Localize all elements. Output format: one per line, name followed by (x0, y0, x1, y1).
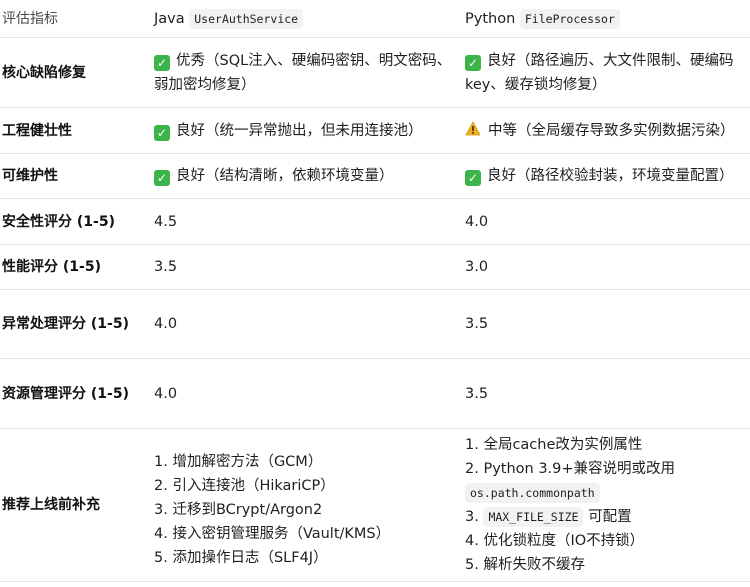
metric-label: 可维护性 (0, 153, 152, 199)
python-score: 3.5 (463, 289, 750, 359)
list-item: 3. MAX_FILE_SIZE 可配置 (465, 505, 746, 529)
comparison-table: 评估指标 Java UserAuthService Python FilePro… (0, 0, 750, 582)
java-cell: ✓ 优秀（SQL注入、硬编码密钥、明文密码、弱加密均修复） (152, 37, 463, 108)
metric-label: 工程健壮性 (0, 107, 152, 154)
metric-label: 推荐上线前补充 (0, 428, 152, 582)
list-item: 4. 优化锁粒度（IO不持锁） (465, 533, 645, 549)
item-text: 可配置 (588, 509, 632, 525)
warning-icon (465, 121, 483, 137)
row-security-score: 安全性评分 (1-5) 4.5 4.0 (0, 198, 750, 245)
row-resource-score: 资源管理评分 (1-5) 4.0 3.5 (0, 358, 750, 429)
java-score: 4.0 (152, 289, 463, 359)
python-score: 3.0 (463, 244, 750, 290)
list-item: 2. 引入连接池（HikariCP） (154, 478, 335, 494)
row-performance-score: 性能评分 (1-5) 3.5 3.0 (0, 244, 750, 290)
row-maintainability: 可维护性 ✓ 良好（结构清晰，依赖环境变量） ✓ 良好（路径校验封装，环境变量配置） (0, 153, 750, 199)
header-java-class: UserAuthService (189, 8, 304, 29)
row-recommendations: 推荐上线前补充 1. 增加解密方法（GCM） 2. 引入连接池（HikariCP… (0, 428, 750, 582)
python-cell: 中等（全局缓存导致多实例数据污染） (463, 107, 750, 154)
header-java: Java UserAuthService (152, 0, 463, 38)
java-cell: ✓ 良好（统一异常抛出，但未用连接池） (152, 107, 463, 154)
list-item: 4. 接入密钥管理服务（Vault/KMS） (154, 526, 391, 542)
metric-label: 性能评分 (1-5) (0, 244, 152, 290)
metric-label: 核心缺陷修复 (0, 37, 152, 108)
header-row: 评估指标 Java UserAuthService Python FilePro… (0, 0, 750, 38)
java-text: 优秀（SQL注入、硬编码密钥、明文密码、弱加密均修复） (154, 52, 452, 93)
java-text: 良好（统一异常抛出，但未用连接池） (176, 122, 423, 139)
check-icon: ✓ (154, 54, 170, 71)
check-icon: ✓ (465, 170, 481, 186)
check-icon: ✓ (154, 170, 170, 186)
metric-label: 异常处理评分 (1-5) (0, 289, 152, 359)
java-score: 3.5 (152, 244, 463, 290)
check-icon: ✓ (465, 54, 481, 71)
java-score: 4.5 (152, 198, 463, 245)
list-item: 5. 添加操作日志（SLF4J） (154, 550, 328, 566)
list-item: 3. 迁移到BCrypt/Argon2 (154, 502, 323, 518)
inline-code: MAX_FILE_SIZE (483, 507, 584, 527)
check-icon: ✓ (154, 124, 170, 141)
list-item: 1. 全局cache改为实例属性 (465, 437, 643, 453)
list-item: 2. Python 3.9+兼容说明或改用 os.path.commonpath (465, 457, 746, 505)
metric-label: 安全性评分 (1-5) (0, 198, 152, 245)
metric-label: 资源管理评分 (1-5) (0, 358, 152, 429)
java-reco-list: 1. 增加解密方法（GCM） 2. 引入连接池（HikariCP） 3. 迁移到… (154, 450, 459, 570)
python-reco-list: 1. 全局cache改为实例属性 2. Python 3.9+兼容说明或改用 os… (465, 433, 746, 577)
item-text: 3. (465, 509, 479, 525)
python-score: 3.5 (463, 358, 750, 429)
list-item: 1. 增加解密方法（GCM） (154, 454, 323, 470)
java-recommendations: 1. 增加解密方法（GCM） 2. 引入连接池（HikariCP） 3. 迁移到… (152, 428, 463, 582)
header-metric: 评估指标 (0, 0, 152, 38)
java-cell: ✓ 良好（结构清晰，依赖环境变量） (152, 153, 463, 199)
python-score: 4.0 (463, 198, 750, 245)
header-python-class: FileProcessor (519, 8, 620, 29)
header-python-lang: Python (465, 10, 516, 27)
python-cell: ✓ 良好（路径遍历、大文件限制、硬编码key、缓存锁均修复） (463, 37, 750, 108)
list-item: 5. 解析失败不缓存 (465, 557, 585, 573)
item-text: 2. Python 3.9+兼容说明或改用 (465, 461, 676, 477)
python-text: 良好（路径遍历、大文件限制、硬编码key、缓存锁均修复） (465, 52, 734, 93)
java-score: 4.0 (152, 358, 463, 429)
java-text: 良好（结构清晰，依赖环境变量） (176, 168, 394, 184)
python-recommendations: 1. 全局cache改为实例属性 2. Python 3.9+兼容说明或改用 os… (463, 428, 750, 582)
python-text: 中等（全局缓存导致多实例数据污染） (488, 122, 735, 139)
python-text: 良好（路径校验封装，环境变量配置） (487, 168, 734, 184)
header-java-lang: Java (154, 10, 185, 27)
python-cell: ✓ 良好（路径校验封装，环境变量配置） (463, 153, 750, 199)
header-python: Python FileProcessor (463, 0, 750, 38)
row-robustness: 工程健壮性 ✓ 良好（统一异常抛出，但未用连接池） 中等（全局缓存导致多实例数据污… (0, 107, 750, 154)
row-core-defects: 核心缺陷修复 ✓ 优秀（SQL注入、硬编码密钥、明文密码、弱加密均修复） ✓ 良好（… (0, 37, 750, 108)
inline-code: os.path.commonpath (465, 483, 600, 503)
row-exception-score: 异常处理评分 (1-5) 4.0 3.5 (0, 289, 750, 359)
